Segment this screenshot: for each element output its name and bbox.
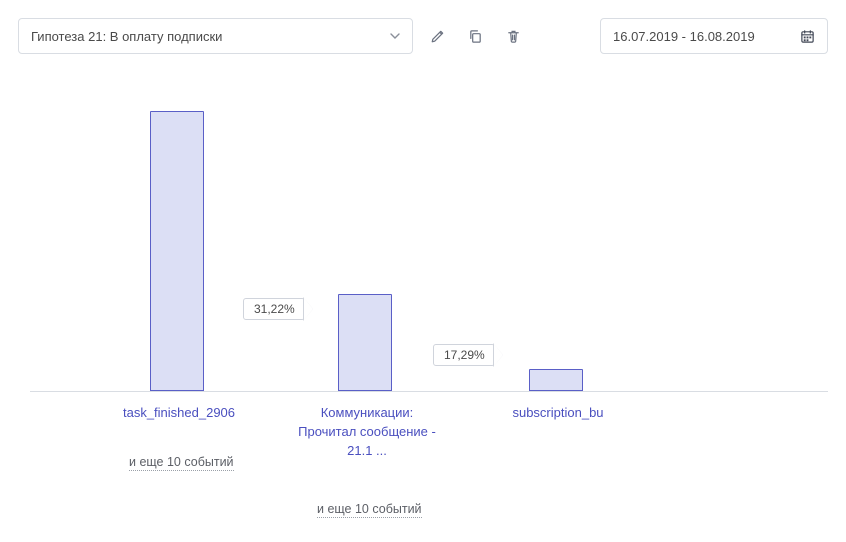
funnel-bar[interactable]	[529, 369, 583, 391]
copy-button[interactable]	[461, 22, 489, 50]
trash-icon	[506, 29, 521, 44]
date-range-label: 16.07.2019 - 16.08.2019	[613, 29, 755, 44]
funnel-labels: task_finished_2906 и еще 10 событий Коммун…	[30, 392, 828, 542]
edit-button[interactable]	[423, 22, 451, 50]
conversion-label: 17,29%	[433, 344, 495, 366]
funnel-bar[interactable]	[338, 294, 392, 391]
more-events-link[interactable]: и еще 10 событий	[129, 455, 234, 471]
conversion-label: 31,22%	[243, 298, 305, 320]
conversion-value: 31,22%	[244, 302, 304, 316]
arrow-right-icon	[494, 344, 503, 366]
hypothesis-select[interactable]: Гипотеза 21: В оплату подписки	[18, 18, 413, 54]
pencil-icon	[430, 29, 445, 44]
funnel-step-label[interactable]: Коммуникации: Прочитал сообщение - 21.1 …	[292, 404, 442, 461]
toolbar: Гипотеза 21: В оплату подписки 16.07.201…	[18, 18, 828, 54]
conversion-value: 17,29%	[434, 348, 494, 362]
funnel-bar[interactable]	[150, 111, 204, 391]
hypothesis-select-label: Гипотеза 21: В оплату подписки	[31, 29, 222, 44]
arrow-right-icon	[304, 298, 313, 320]
calendar-icon	[800, 29, 815, 44]
delete-button[interactable]	[499, 22, 527, 50]
funnel-step-label[interactable]: subscription_bu	[483, 404, 633, 423]
more-events-link[interactable]: и еще 10 событий	[317, 502, 422, 518]
funnel-step-label[interactable]: task_finished_2906	[104, 404, 254, 423]
date-range-picker[interactable]: 16.07.2019 - 16.08.2019	[600, 18, 828, 54]
funnel-chart: 31,22% 17,29%	[30, 108, 828, 392]
copy-icon	[468, 29, 483, 44]
chevron-down-icon	[390, 33, 400, 39]
